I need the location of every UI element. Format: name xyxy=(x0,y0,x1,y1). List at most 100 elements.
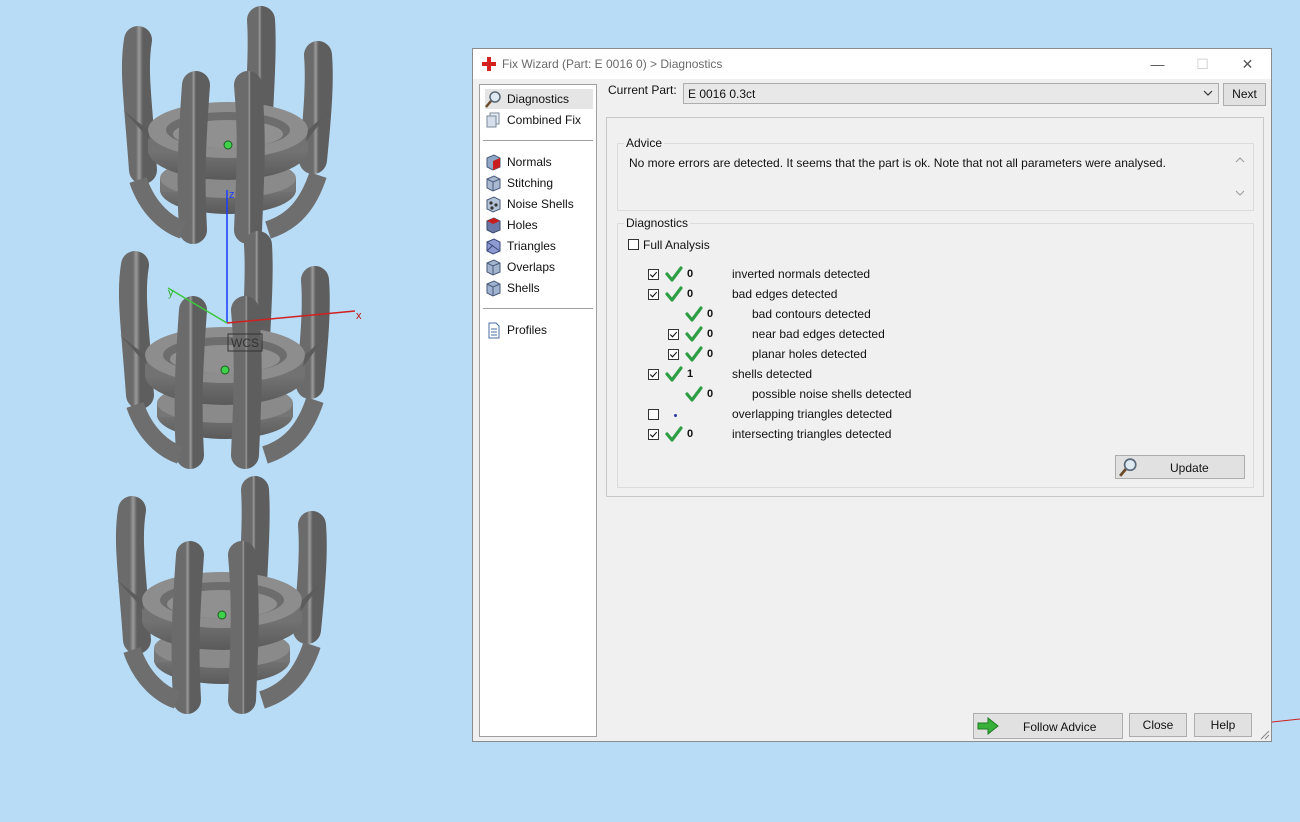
green-check-icon xyxy=(665,366,683,382)
diagnostic-description: shells detected xyxy=(732,367,813,381)
magnifier-icon xyxy=(485,90,501,108)
diagnostic-row-checkbox[interactable] xyxy=(668,329,679,340)
diagnostic-row-checkbox[interactable] xyxy=(648,289,659,300)
fix-wizard-dialog: Fix Wizard (Part: E 0016 0) > Diagnostic… xyxy=(472,48,1272,742)
normals-cube-icon xyxy=(486,153,501,171)
nav-item-normals[interactable]: Normals xyxy=(485,152,593,172)
nav-item-label: Shells xyxy=(507,281,540,295)
status-dot-icon xyxy=(674,414,677,417)
current-part-value: E 0016 0.3ct xyxy=(688,87,756,101)
full-analysis-checkbox[interactable] xyxy=(628,239,639,250)
next-button[interactable]: Next xyxy=(1223,83,1266,106)
diagnostic-description: planar holes detected xyxy=(752,347,867,361)
diagnostic-count: 0 xyxy=(687,288,694,300)
current-part-dropdown[interactable]: E 0016 0.3ct xyxy=(683,83,1219,104)
diagnostic-row-checkbox[interactable] xyxy=(648,409,659,420)
nav-item-label: Holes xyxy=(507,218,538,232)
nav-item-label: Triangles xyxy=(507,239,556,253)
3d-viewport[interactable]: x y z WCS xyxy=(0,0,1300,819)
resize-grip-icon[interactable] xyxy=(1260,730,1270,740)
diagnostic-description: intersecting triangles detected xyxy=(732,427,892,441)
diagnostics-panel: Advice No more errors are detected. It s… xyxy=(606,117,1264,497)
diagnostic-count: 0 xyxy=(707,388,714,400)
diagnostic-count: 0 xyxy=(707,308,714,320)
diagnostic-description: near bad edges detected xyxy=(752,327,885,341)
green-check-icon xyxy=(665,266,683,282)
chevron-down-icon xyxy=(1203,90,1213,96)
nav-item-label: Overlaps xyxy=(507,260,556,274)
nav-item-overlaps[interactable]: Overlaps xyxy=(485,257,593,277)
nav-item-noise-shells[interactable]: Noise Shells xyxy=(485,194,593,214)
diagnostic-count: 1 xyxy=(687,368,694,380)
triangles-cube-icon xyxy=(486,237,501,255)
diagnostic-description: bad contours detected xyxy=(752,307,871,321)
diagnostics-group: Diagnostics Full Analysis 0 inverted norm… xyxy=(617,216,1254,488)
current-part-label: Current Part: xyxy=(608,83,677,97)
diagnostic-row-checkbox[interactable] xyxy=(648,369,659,380)
diagnostic-description: bad edges detected xyxy=(732,287,838,301)
wcs-label: WCS xyxy=(231,336,259,350)
follow-advice-label: Follow Advice xyxy=(1023,720,1097,734)
z-axis-label: z xyxy=(229,189,235,201)
diagnostic-description: overlapping triangles detected xyxy=(732,407,893,421)
nav-item-label: Combined Fix xyxy=(507,113,582,127)
diagnostic-row-checkbox[interactable] xyxy=(648,269,659,280)
x-axis-label: x xyxy=(356,310,362,322)
green-check-icon xyxy=(685,306,703,322)
minimize-button[interactable]: — xyxy=(1135,49,1180,79)
diagnostic-description: possible noise shells detected xyxy=(752,387,912,401)
diagnostic-count: 0 xyxy=(687,268,694,280)
nav-item-stitching[interactable]: Stitching xyxy=(485,173,593,193)
nav-item-label: Noise Shells xyxy=(507,197,574,211)
close-button[interactable]: Close xyxy=(1129,713,1187,737)
diagnostic-row-checkbox[interactable] xyxy=(668,349,679,360)
maximize-button[interactable]: ☐ xyxy=(1180,49,1225,79)
nav-item-holes[interactable]: Holes xyxy=(485,215,593,235)
close-window-button[interactable]: ✕ xyxy=(1225,49,1270,79)
nav-separator xyxy=(483,140,593,141)
parts-render: x y z WCS xyxy=(0,0,1300,723)
y-axis-label: y xyxy=(168,287,174,299)
nav-item-label: Normals xyxy=(507,155,552,169)
update-button[interactable]: Update xyxy=(1115,455,1245,479)
nav-item-combined-fix[interactable]: Combined Fix xyxy=(485,110,593,130)
combined-fix-icon xyxy=(486,112,500,127)
stitching-cube-icon xyxy=(486,174,501,192)
update-label: Update xyxy=(1170,461,1209,475)
advice-group: Advice No more errors are detected. It s… xyxy=(617,136,1254,211)
diagnostic-count: 0 xyxy=(687,428,694,440)
diagnostic-description: inverted normals detected xyxy=(732,267,871,281)
nav-item-shells[interactable]: Shells xyxy=(485,278,593,298)
green-check-icon xyxy=(685,346,703,362)
green-check-icon xyxy=(685,326,703,342)
nav-separator xyxy=(483,308,593,309)
green-arrow-right-icon xyxy=(977,717,999,735)
nav-item-triangles[interactable]: Triangles xyxy=(485,236,593,256)
nav-item-label: Profiles xyxy=(507,323,548,337)
x-axis-extension xyxy=(1272,718,1300,723)
help-button[interactable]: Help xyxy=(1194,713,1252,737)
advice-title: Advice xyxy=(624,136,665,150)
nav-item-label: Stitching xyxy=(507,176,554,190)
green-check-icon xyxy=(665,286,683,302)
follow-advice-button[interactable]: Follow Advice xyxy=(973,713,1123,739)
diagnostic-row-checkbox[interactable] xyxy=(648,429,659,440)
overlaps-cube-icon xyxy=(486,258,501,276)
window-title: Fix Wizard (Part: E 0016 0) > Diagnostic… xyxy=(502,57,723,71)
nav-item-diagnostics[interactable]: Diagnostics xyxy=(485,89,593,109)
scroll-down-icon[interactable] xyxy=(1235,188,1245,198)
magnifier-icon xyxy=(1119,458,1137,477)
full-analysis-label: Full Analysis xyxy=(643,238,710,252)
diagnostic-count: 0 xyxy=(707,348,714,360)
diagnostics-title: Diagnostics xyxy=(624,216,691,230)
profiles-document-icon xyxy=(488,322,500,338)
nav-item-profiles[interactable]: Profiles xyxy=(485,320,593,340)
fix-navigation-panel: Diagnostics Combined Fix Normals Stitchi… xyxy=(479,84,597,737)
scroll-up-icon[interactable] xyxy=(1235,155,1245,165)
title-bar[interactable]: Fix Wizard (Part: E 0016 0) > Diagnostic… xyxy=(473,49,1271,79)
diagnostic-count: 0 xyxy=(707,328,714,340)
holes-cube-icon xyxy=(486,216,501,234)
advice-text: No more errors are detected. It seems th… xyxy=(629,156,1166,170)
green-check-icon xyxy=(665,426,683,442)
shells-cube-icon xyxy=(486,279,501,297)
